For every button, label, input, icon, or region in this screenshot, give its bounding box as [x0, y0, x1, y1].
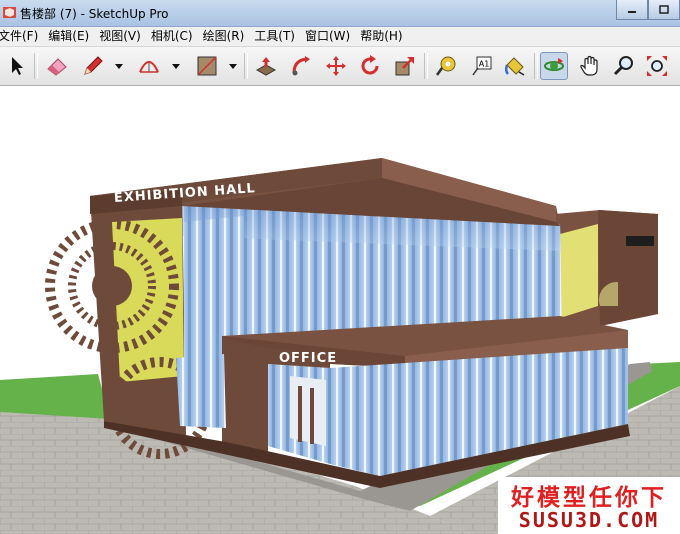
rectangle-tool-button[interactable] — [194, 53, 220, 79]
menu-window[interactable]: 窗口(W) — [300, 27, 355, 46]
window-controls — [616, 0, 680, 20]
minimize-icon — [628, 10, 636, 13]
menu-help[interactable]: 帮助(H) — [355, 27, 407, 46]
pan-icon — [580, 55, 598, 76]
window-title: 售楼部 (7) - SketchUp Pro — [20, 7, 169, 21]
pencil-icon — [84, 56, 103, 75]
scale-icon — [395, 57, 414, 76]
tape-measure-tool-button[interactable] — [433, 53, 459, 79]
toolbar-separator — [534, 53, 538, 79]
menu-file[interactable]: 文件(F) — [0, 27, 43, 46]
rotate-icon — [361, 55, 379, 75]
text-label-icon: A1 — [472, 56, 492, 76]
toolbar-separator — [424, 53, 428, 79]
pan-tool-button[interactable] — [577, 53, 603, 79]
eraser-icon — [47, 58, 67, 76]
toolbar-separator — [34, 53, 38, 79]
pencil-tool-button[interactable] — [80, 53, 106, 79]
move-icon — [326, 56, 346, 76]
chevron-down-icon — [172, 64, 180, 69]
maximize-icon — [659, 4, 669, 14]
shape-dropdown[interactable] — [228, 53, 238, 79]
paint-bucket-tool-button[interactable] — [502, 53, 528, 79]
text-tool-button[interactable]: A1 — [468, 53, 494, 79]
menu-view[interactable]: 视图(V) — [94, 27, 146, 46]
move-tool-button[interactable] — [323, 53, 349, 79]
chevron-down-icon — [115, 64, 123, 69]
push-pull-icon — [255, 57, 277, 76]
watermark-url: SUSU3D.COM — [518, 508, 660, 532]
chevron-down-icon — [229, 64, 237, 69]
rotate-tool-button[interactable] — [357, 53, 383, 79]
model-viewport[interactable]: EXHIBITION HALL OFFICE 好模型任你下 SUSU3D.COM — [0, 86, 680, 534]
paint-bucket-icon — [504, 57, 525, 76]
menu-draw[interactable]: 绘图(R) — [198, 27, 250, 46]
scale-tool-button[interactable] — [392, 53, 418, 79]
orbit-tool-button[interactable] — [540, 52, 568, 80]
zoom-tool-button[interactable] — [611, 53, 637, 79]
menu-tools[interactable]: 工具(T) — [249, 27, 300, 46]
rectangle-icon — [197, 56, 217, 76]
push-pull-tool-button[interactable] — [253, 53, 279, 79]
menu-camera[interactable]: 相机(C) — [146, 27, 198, 46]
title-bar: 售楼部 (7) - SketchUp Pro — [0, 0, 680, 27]
text-label-glyph: A1 — [479, 60, 490, 69]
minimize-button[interactable] — [616, 0, 648, 20]
main-toolbar: A1 — [0, 47, 680, 86]
orbit-icon — [544, 58, 564, 71]
zoom-extents-tool-button[interactable] — [644, 53, 670, 79]
follow-me-icon — [292, 56, 310, 76]
arc-icon — [139, 61, 159, 73]
zoom-icon — [613, 56, 633, 76]
office-sign: OFFICE — [279, 351, 338, 366]
toolbar-separator — [244, 53, 248, 79]
watermark-slogan: 好模型任你下 — [511, 485, 667, 511]
arc-dropdown[interactable] — [171, 53, 181, 79]
select-icon — [12, 57, 23, 75]
menu-bar: 文件(F) 编辑(E) 视图(V) 相机(C) 绘图(R) 工具(T) 窗口(W… — [0, 27, 680, 47]
sketchup-app-icon — [3, 7, 16, 18]
follow-me-tool-button[interactable] — [288, 53, 314, 79]
tape-measure-icon — [435, 56, 456, 76]
building-model-render — [0, 158, 680, 534]
zoom-extents-icon — [647, 56, 667, 76]
pencil-dropdown[interactable] — [114, 53, 124, 79]
watermark: 好模型任你下 SUSU3D.COM — [498, 477, 680, 534]
select-tool-button[interactable] — [4, 53, 30, 79]
menu-edit[interactable]: 编辑(E) — [43, 27, 94, 46]
eraser-tool-button[interactable] — [44, 53, 70, 79]
arc-tool-button[interactable] — [136, 53, 162, 79]
maximize-button[interactable] — [648, 0, 680, 20]
